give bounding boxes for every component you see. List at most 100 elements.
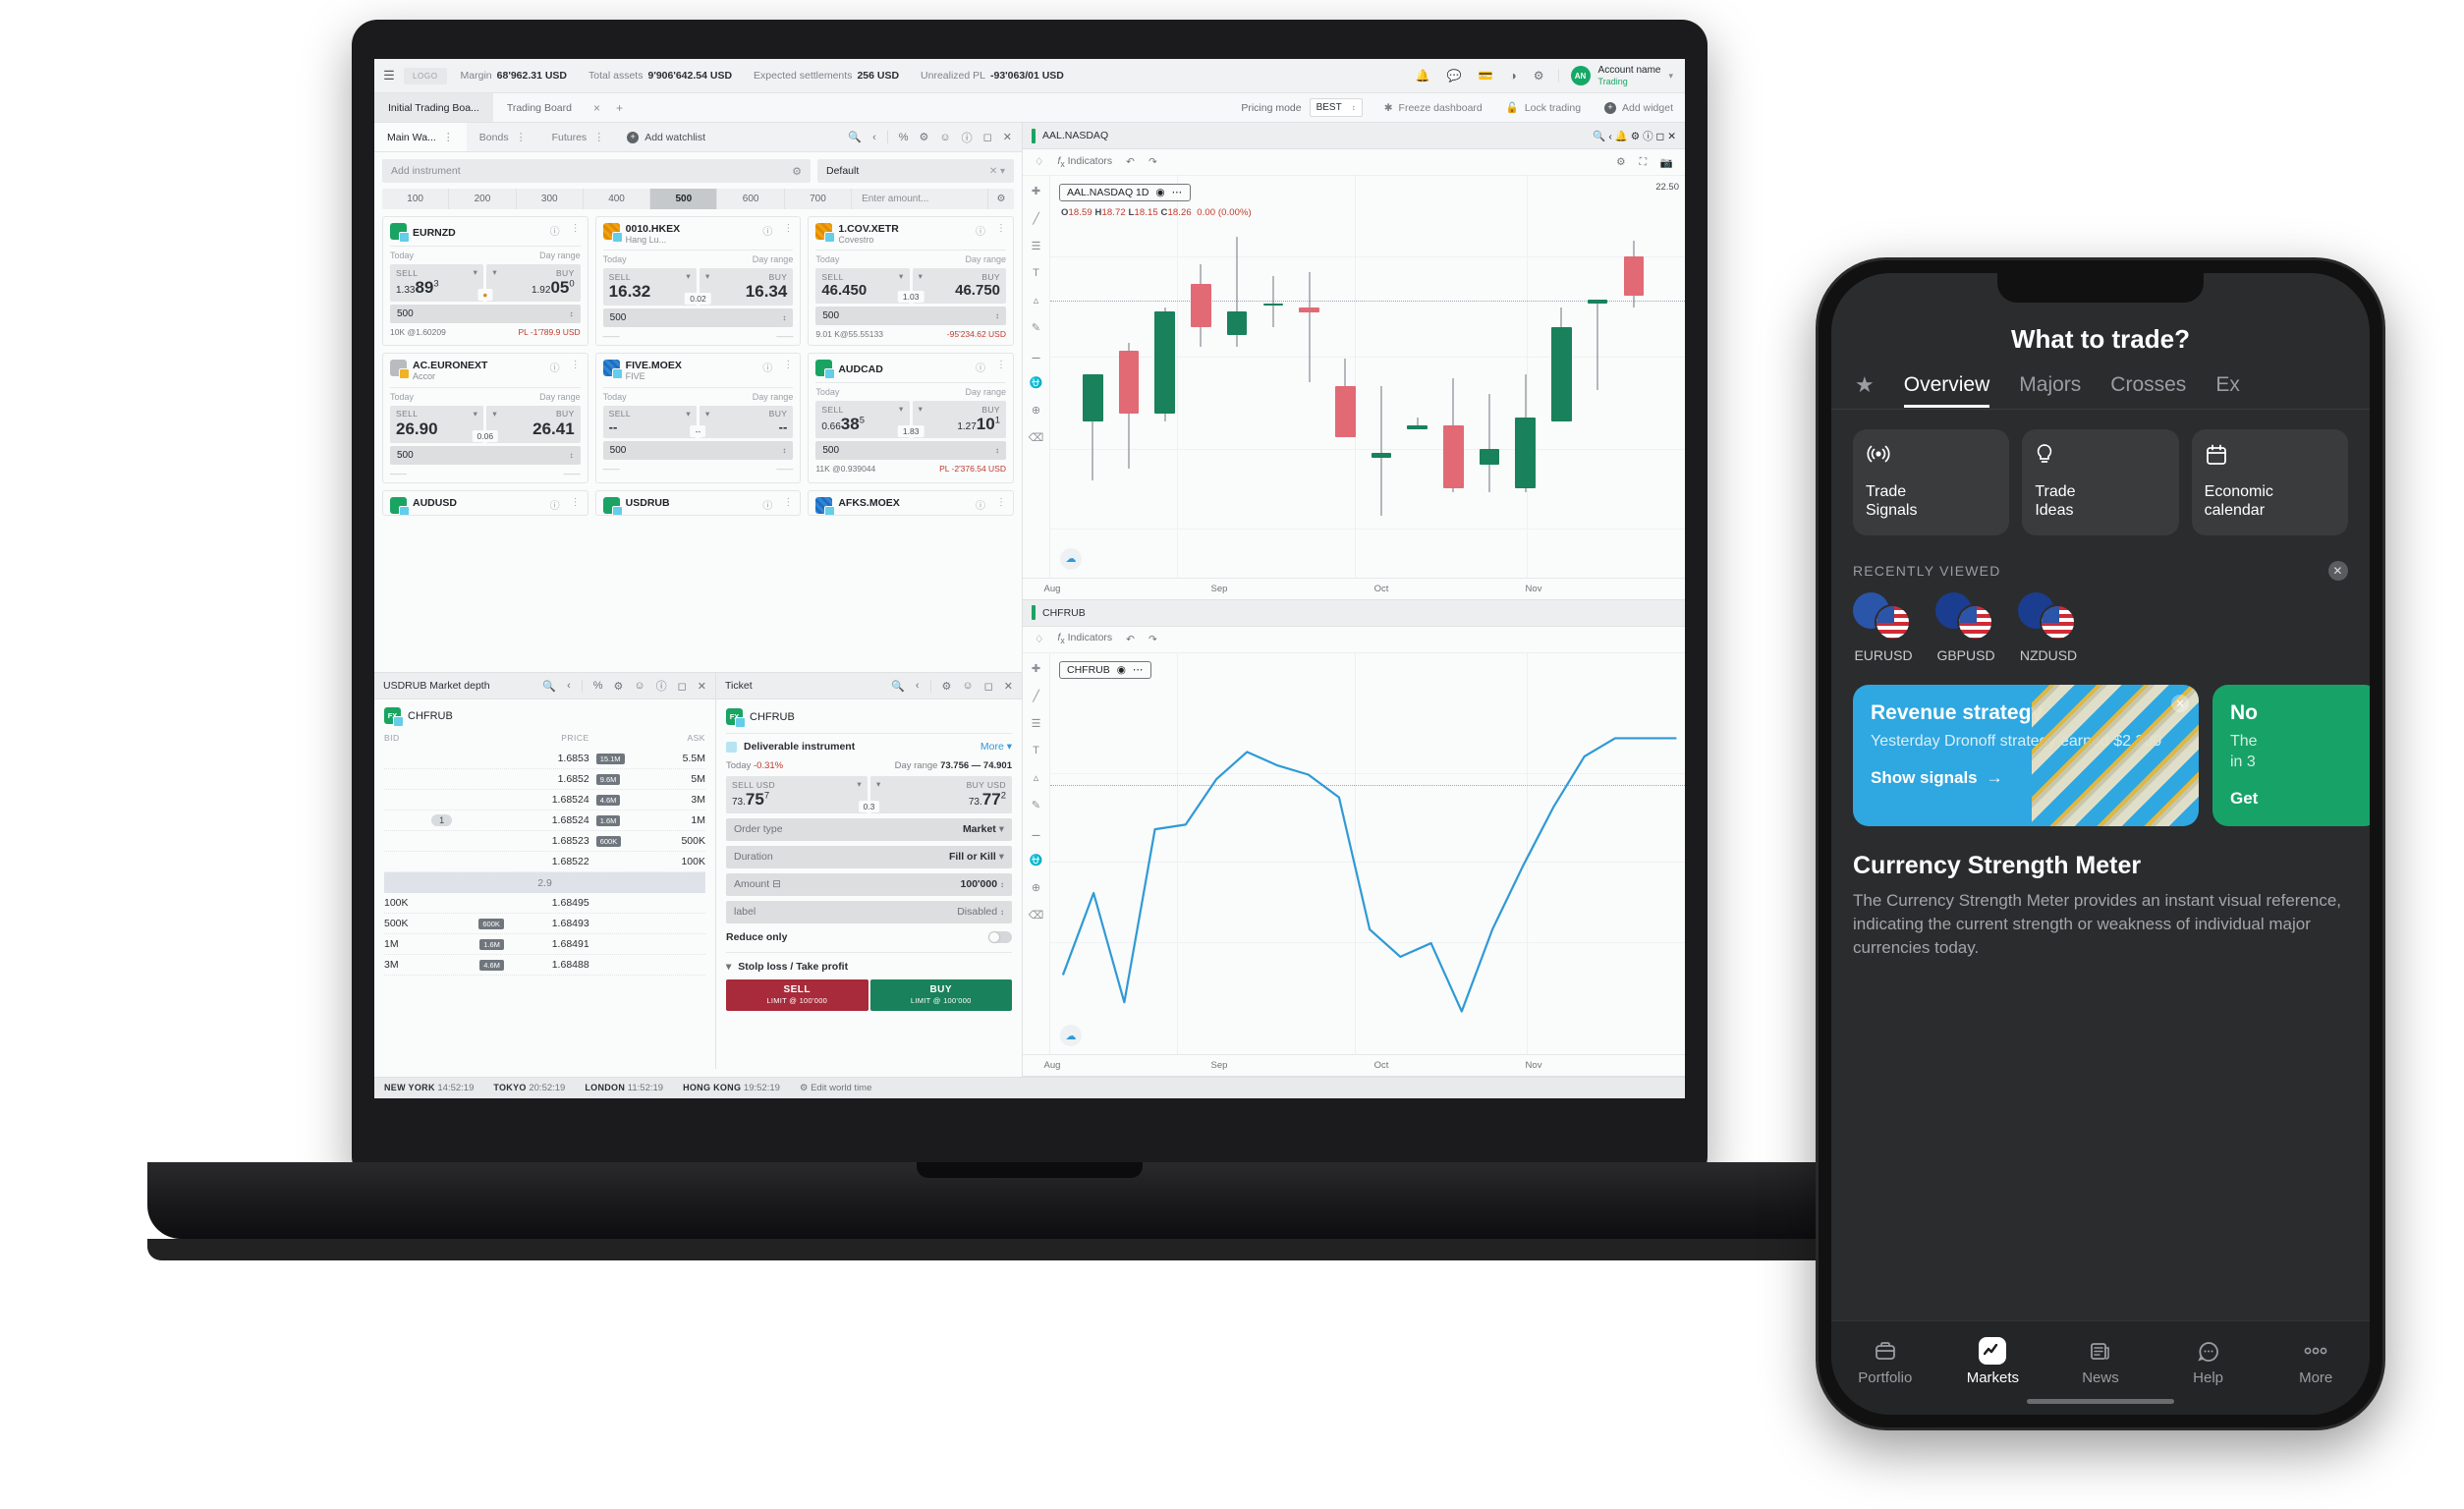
add-instrument-input[interactable]: Add instrument ⚙ [382,159,811,183]
gear-icon[interactable]: ⚙ [1616,156,1625,168]
pattern-icon[interactable]: ▵ [1034,294,1039,307]
market-depth-ask-row[interactable]: 1.68523 600K 500K [384,831,705,852]
gear-icon[interactable]: ⚙ [988,189,1014,209]
tab-crosses[interactable]: Crosses [2110,373,2186,408]
order-type-field[interactable]: Order type Market ▾ [726,817,1012,841]
chevron-left-icon[interactable]: ‹ [916,680,920,692]
info-icon[interactable]: ⓘ [1643,131,1653,142]
kebab-icon[interactable]: ⋯ [1172,187,1184,198]
magnet-icon[interactable]: ⛎ [1030,854,1043,866]
amount-preset-100[interactable]: 100 [382,189,450,209]
measure-icon[interactable]: ⚊ [1032,826,1041,839]
buy-quote[interactable]: BUY ▾ -- [700,405,794,439]
chart-plot-candles[interactable]: AAL.NASDAQ 1D ◉ ⋯ O18.59 H18.72 L18.15 C… [1050,176,1685,578]
undo-icon[interactable]: ↶ [1126,156,1135,168]
sell-quote[interactable]: SELL ▾ 16.32 [602,268,697,307]
watchlist-tab-main[interactable]: Main Wa... ⋮ [374,123,467,151]
kebab-icon[interactable]: ⋮ [996,497,1006,508]
buy-quote[interactable]: BUY ▾ 1.92050 [486,264,581,302]
text-icon[interactable]: T [1033,267,1039,279]
camera-icon[interactable]: 📷 [1660,156,1673,169]
promo-card-revenue-strategy[interactable]: ✕ Revenue strategy Yesterday Dronoff str… [1853,685,2199,826]
ticket-buy-quote[interactable]: BUY USD ▾ 73.772 [870,776,1012,813]
chevron-down-icon[interactable]: ▾ [1668,71,1673,82]
amount-preset-700[interactable]: 700 [785,189,853,209]
market-depth-ask-row[interactable]: 1 1.68524 1.6M 1M [384,810,705,831]
fib-icon[interactable]: ☰ [1032,717,1041,730]
bell-icon[interactable]: 🔔 [1615,131,1628,142]
percent-icon[interactable]: % [899,132,909,143]
zoom-icon[interactable]: ⊕ [1032,881,1040,894]
minus-box-icon[interactable]: ⊟ [772,878,781,890]
sell-quote[interactable]: SELL ▾ 0.66385 [815,401,910,439]
preset-select[interactable]: Default ✕ ▾ [817,159,1014,183]
redo-icon[interactable]: ↷ [1148,156,1157,168]
tab-trading-board[interactable]: Trading Board [493,93,586,122]
close-icon[interactable]: ✕ [1004,680,1013,693]
favorites-star-icon[interactable]: ★ [1855,372,1875,409]
kebab-icon[interactable]: ⋮ [996,360,1006,370]
filter-icon[interactable]: ⚙ [792,165,802,178]
pricing-mode-select[interactable]: BEST ↕ [1309,98,1363,117]
quick-action-trade-ideas[interactable]: Trade Ideas [2022,429,2179,536]
info-icon[interactable]: ⓘ [762,223,772,238]
lock-trading-button[interactable]: 🔓 Lock trading [1494,93,1593,122]
amount-preset-500[interactable]: 500 [650,189,718,209]
instrument-card[interactable]: USDRUB ⓘ ⋮ [594,489,802,516]
pin-icon[interactable]: ☺ [634,680,644,692]
nav-news[interactable]: News [2046,1336,2155,1386]
kebab-icon[interactable]: ⋮ [571,223,581,234]
buy-quote[interactable]: BUY ▾ 26.41 [486,405,581,443]
gear-icon[interactable]: ⚙ [1534,69,1544,83]
magnet-icon[interactable]: ⛎ [1030,376,1043,389]
kebab-icon[interactable]: ⋮ [783,497,793,508]
info-icon[interactable]: ⓘ [976,497,985,512]
quick-action-economic-calendar[interactable]: Economic calendar [2191,429,2348,536]
stepper-icon[interactable]: ↕ [995,446,999,455]
ticket-sell-quote[interactable]: SELL USD ▾ 73.757 [726,776,868,813]
stepper-icon[interactable]: ↕ [782,313,786,322]
redo-icon[interactable]: ↷ [1148,634,1157,645]
sltp-row[interactable]: ▾ Stolp loss / Take profit [726,951,1012,973]
trendline-icon[interactable]: ╱ [1033,690,1039,702]
info-icon[interactable]: ⓘ [976,223,985,238]
order-marker[interactable]: 1 [431,814,453,826]
nav-help[interactable]: Help [2155,1336,2263,1386]
amount-preset-600[interactable]: 600 [717,189,785,209]
recently-viewed-item[interactable]: GBPUSD [1935,592,1996,663]
nav-more[interactable]: More [2262,1336,2370,1386]
kebab-icon[interactable]: ⋮ [783,223,793,234]
instrument-card[interactable]: AC.EURONEXT Accor ⓘ ⋮ Today Day range SE… [382,353,588,483]
measure-icon[interactable]: ⚊ [1032,349,1041,362]
contrast-icon[interactable]: ◑ [1510,69,1517,83]
reduce-only-toggle[interactable] [988,930,1012,943]
promo-cta[interactable]: Get [2230,789,2362,809]
wallet-icon[interactable]: 💳 [1479,69,1493,83]
trendline-icon[interactable]: ╱ [1033,212,1039,225]
market-depth-ask-row[interactable]: 1.6853 15.1M 5.5M [384,749,705,769]
bell-icon[interactable]: 🔔 [1416,69,1430,83]
info-icon[interactable]: ⓘ [550,223,560,238]
kebab-icon[interactable]: ⋮ [571,360,581,370]
pattern-icon[interactable]: ▵ [1034,771,1039,784]
candlestick-type-icon[interactable]: ♢ [1035,156,1043,168]
chevron-left-icon[interactable]: ‹ [567,680,571,692]
info-icon[interactable]: ⓘ [550,497,560,512]
search-icon[interactable]: 🔍 [891,680,905,693]
market-depth-instrument[interactable]: FX CHFRUB [374,699,715,730]
chat-icon[interactable]: 💬 [1447,69,1462,83]
search-icon[interactable]: 🔍 [1593,131,1605,142]
sell-quote[interactable]: SELL ▾ 26.90 [390,405,484,443]
instrument-card[interactable]: 0010.HKEX Hang Lu... ⓘ ⋮ Today Day range… [594,216,802,347]
tab-overview[interactable]: Overview [1903,373,1989,408]
info-icon[interactable]: ⓘ [656,678,667,694]
buy-quote[interactable]: BUY ▾ 1.27101 [912,401,1007,439]
pin-icon[interactable]: ☺ [962,680,973,692]
ticket-instrument[interactable]: FX CHFRUB [726,708,1012,734]
instrument-card[interactable]: 1.COV.XETR Covestro ⓘ ⋮ Today Day range … [808,216,1014,347]
kebab-icon[interactable]: ⋮ [783,360,793,370]
duration-field[interactable]: Duration Fill or Kill ▾ [726,845,1012,868]
tab-exotics[interactable]: Ex [2215,373,2240,408]
indicators-button[interactable]: fx Indicators [1057,155,1112,169]
chevron-left-icon[interactable]: ‹ [872,132,876,143]
